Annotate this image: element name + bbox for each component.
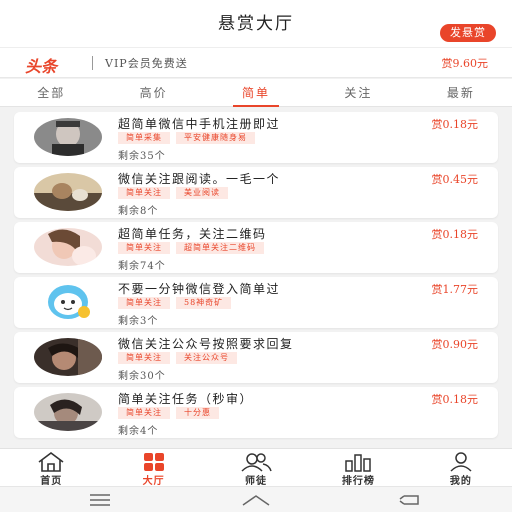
task-title: 微信关注公众号按照要求回复 [118, 337, 294, 351]
task-tag: 简单采集 [118, 132, 170, 144]
task-tag: 简单关注 [118, 187, 170, 199]
nav-mentor[interactable]: 师徒 [205, 449, 307, 487]
task-price: 赏0.18元 [431, 118, 479, 131]
avatar [34, 393, 102, 431]
filter-tabs: 全部 高价 简单 关注 最新 [0, 79, 512, 107]
grid-icon [143, 453, 164, 471]
task-tag: 简单关注 [118, 297, 170, 309]
nav-label: 我的 [449, 476, 472, 487]
task-card[interactable]: 简单关注任务（秒审） 简单关注 十分惠 剩余4个 赏0.18元 [14, 387, 498, 438]
task-card[interactable]: 微信关注跟阅读。一毛一个 简单关注 美业阅读 剩余8个 赏0.45元 [14, 167, 498, 218]
avatar [34, 118, 102, 156]
task-price: 赏0.45元 [431, 173, 479, 186]
task-list: 超简单微信中手机注册即过 简单采集 平安健康随身易 剩余35个 赏0.18元 微… [0, 108, 512, 448]
nav-label: 师徒 [245, 476, 268, 487]
task-remaining: 剩余30个 [118, 371, 166, 382]
task-card[interactable]: 超简单任务，关注二维码 简单关注 超简单关注二维码 剩余74个 赏0.18元 [14, 222, 498, 273]
system-nav-bar [0, 486, 512, 512]
task-title: 简单关注任务（秒审） [118, 392, 254, 406]
task-tag: 简单关注 [118, 407, 170, 419]
task-title: 微信关注跟阅读。一毛一个 [118, 172, 281, 186]
task-tags: 简单关注 超简单关注二维码 [118, 242, 264, 254]
task-tags: 简单关注 关注公众号 [118, 352, 237, 364]
task-tags: 简单关注 美业阅读 [118, 187, 228, 199]
avatar [34, 283, 102, 321]
task-tag: 关注公众号 [176, 352, 237, 364]
task-tag: 平安健康随身易 [176, 132, 255, 144]
app-root: 悬赏大厅 发悬赏 头条 VIP会员免费送 赏9.60元 全部 高价 简单 关注 … [0, 0, 512, 512]
task-price: 赏0.18元 [431, 393, 479, 406]
task-tags: 简单关注 58神奇矿 [118, 297, 232, 309]
avatar [34, 173, 102, 211]
tab-newest[interactable]: 最新 [410, 79, 512, 106]
task-title: 超简单任务，关注二维码 [118, 227, 267, 241]
task-remaining: 剩余4个 [118, 426, 159, 437]
task-price: 赏1.77元 [431, 283, 479, 296]
home-key-icon[interactable] [240, 493, 272, 507]
tab-follow[interactable]: 关注 [307, 79, 409, 106]
task-tag: 58神奇矿 [176, 297, 232, 309]
avatar [34, 228, 102, 266]
page-title: 悬赏大厅 [218, 14, 294, 34]
task-card[interactable]: 不要一分钟微信登入简单过 简单关注 58神奇矿 剩余3个 赏1.77元 [14, 277, 498, 328]
task-tag: 美业阅读 [176, 187, 228, 199]
nav-home[interactable]: 首页 [0, 449, 102, 487]
task-remaining: 剩余3个 [118, 316, 159, 327]
nav-mine[interactable]: 我的 [410, 449, 512, 487]
top-bar: 悬赏大厅 发悬赏 [0, 0, 512, 48]
task-remaining: 剩余8个 [118, 206, 159, 217]
avatar [34, 338, 102, 376]
person-icon [450, 452, 472, 472]
vip-banner[interactable]: 头条 VIP会员免费送 赏9.60元 [0, 48, 512, 78]
task-tags: 简单关注 十分惠 [118, 407, 219, 419]
nav-label: 大厅 [142, 476, 165, 487]
task-remaining: 剩余35个 [118, 151, 166, 162]
task-price: 赏0.18元 [431, 228, 479, 241]
task-tags: 简单采集 平安健康随身易 [118, 132, 255, 144]
bottom-nav: 首页 大厅 师徒 排行榜 我的 [0, 448, 512, 487]
nav-leaderboard[interactable]: 排行榜 [307, 449, 409, 487]
task-card[interactable]: 超简单微信中手机注册即过 简单采集 平安健康随身易 剩余35个 赏0.18元 [14, 112, 498, 163]
nav-label: 首页 [40, 476, 63, 487]
menu-icon[interactable] [88, 493, 112, 507]
task-tag: 十分惠 [176, 407, 219, 419]
task-tag: 超简单关注二维码 [176, 242, 264, 254]
task-price: 赏0.90元 [431, 338, 479, 351]
users-icon [241, 453, 272, 472]
tab-all[interactable]: 全部 [0, 79, 102, 106]
task-tag: 简单关注 [118, 242, 170, 254]
task-remaining: 剩余74个 [118, 261, 166, 272]
task-tag: 简单关注 [118, 352, 170, 364]
post-reward-button[interactable]: 发悬赏 [440, 24, 496, 42]
tab-high-price[interactable]: 高价 [102, 79, 204, 106]
bar-chart-icon [345, 454, 372, 472]
task-title: 超简单微信中手机注册即过 [118, 117, 281, 131]
toutiao-logo: 头条 [25, 57, 58, 76]
nav-label: 排行榜 [341, 476, 375, 487]
home-icon [38, 452, 64, 472]
vip-reward-amount: 赏9.60元 [441, 57, 489, 70]
nav-hall[interactable]: 大厅 [102, 449, 204, 487]
back-icon[interactable] [398, 493, 424, 507]
tab-simple[interactable]: 简单 [205, 79, 307, 107]
divider [92, 56, 93, 70]
task-title: 不要一分钟微信登入简单过 [118, 282, 281, 296]
task-card[interactable]: 微信关注公众号按照要求回复 简单关注 关注公众号 剩余30个 赏0.90元 [14, 332, 498, 383]
vip-promo-text: VIP会员免费送 [105, 57, 188, 70]
